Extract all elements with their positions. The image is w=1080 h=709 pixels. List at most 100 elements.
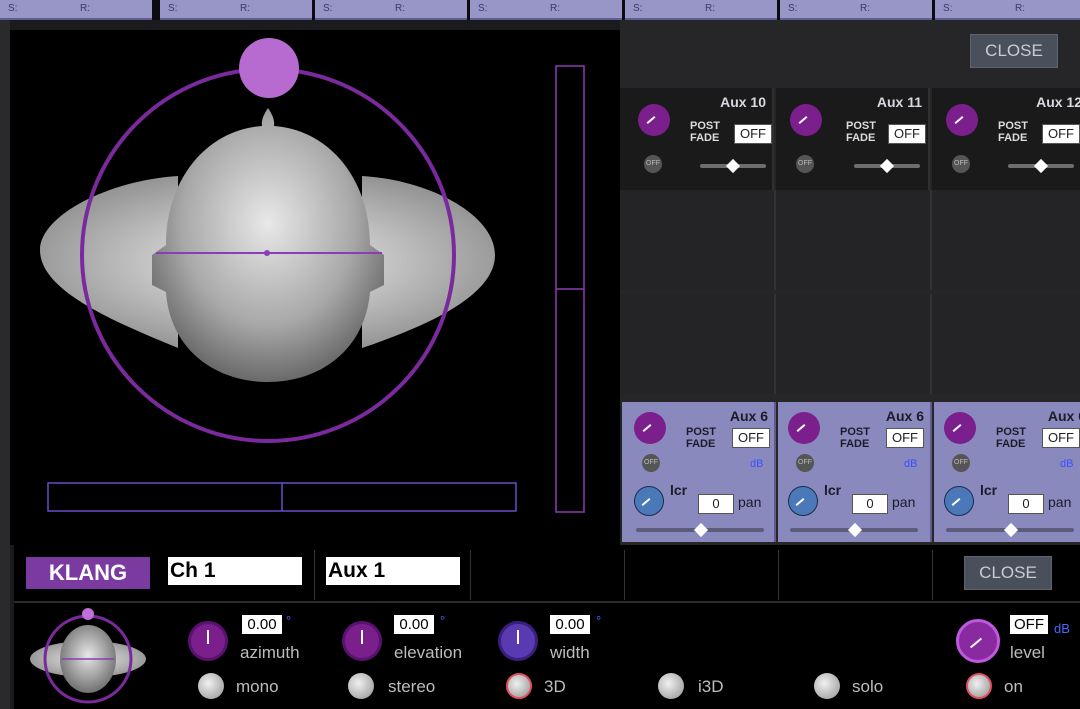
post-fade-label: POST FADE xyxy=(846,120,876,144)
stereo-label: stereo xyxy=(388,677,436,696)
mini-panner-icon[interactable] xyxy=(28,607,148,707)
slider-thumb[interactable] xyxy=(725,158,741,174)
aux-level-slider[interactable] xyxy=(700,158,766,174)
post-fade-value[interactable]: OFF xyxy=(886,428,924,448)
empty-strip-slot xyxy=(620,294,776,394)
top-cell[interactable]: S: R: xyxy=(160,0,312,20)
azimuth-value[interactable]: 0.00 xyxy=(242,615,282,634)
return-label: R: xyxy=(240,3,250,14)
level-knob[interactable] xyxy=(956,619,1000,663)
pan-slider[interactable] xyxy=(790,522,918,538)
empty-strip-slot xyxy=(620,190,776,290)
lcr-label: lcr xyxy=(670,482,688,498)
send-level-knob[interactable] xyxy=(638,104,670,136)
send-level-knob[interactable] xyxy=(946,104,978,136)
post-fade-label: POST FADE xyxy=(840,426,870,450)
elevation-value[interactable]: 0.00 xyxy=(394,615,434,634)
top-cell[interactable]: S: R: xyxy=(935,0,1080,20)
aux-on-button[interactable]: OFF xyxy=(644,155,662,173)
send-label: S: xyxy=(323,3,333,14)
pan-knob[interactable] xyxy=(634,486,664,516)
left-edge xyxy=(0,20,10,709)
send-label: S: xyxy=(633,3,643,14)
aux-on-button[interactable]: OFF xyxy=(952,454,970,472)
width-label: width xyxy=(550,643,590,662)
spatial-panner-view[interactable] xyxy=(10,30,620,545)
return-label: R: xyxy=(705,3,715,14)
top-cell[interactable]: S: R: xyxy=(315,0,467,20)
pan-value[interactable]: 0 xyxy=(852,494,888,514)
pan-knob[interactable] xyxy=(944,486,974,516)
db-unit: dB xyxy=(904,458,918,470)
aux-strip: Aux 6 POSTFADE OFF OFF dB lcr 0 pan xyxy=(934,402,1080,542)
elevation-knob[interactable] xyxy=(342,621,382,661)
azimuth-label: azimuth xyxy=(240,643,300,662)
aux-name: Aux 10 xyxy=(720,94,766,110)
send-label: S: xyxy=(478,3,488,14)
aux-strip: Aux 12 POST FADE OFF OFF xyxy=(932,88,1080,203)
aux-level-slider[interactable] xyxy=(854,158,920,174)
empty-strip-slot xyxy=(776,190,932,290)
on-label: on xyxy=(1004,677,1023,696)
3d-label: 3D xyxy=(544,677,566,696)
send-level-knob[interactable] xyxy=(788,412,820,444)
width-value[interactable]: 0.00 xyxy=(550,615,590,634)
aux-panel: CLOSE Aux 10 POST FADE OFF OFF Aux 11 POS… xyxy=(620,20,1080,545)
aux-name: Aux 11 xyxy=(876,94,922,110)
azimuth-knob[interactable] xyxy=(188,621,228,661)
solo-radio[interactable] xyxy=(814,673,840,699)
mono-radio[interactable] xyxy=(198,673,224,699)
send-label: S: xyxy=(943,3,953,14)
aux-on-button[interactable]: OFF xyxy=(952,155,970,173)
post-fade-value[interactable]: OFF xyxy=(734,124,772,144)
slider-thumb[interactable] xyxy=(1033,158,1049,174)
i3d-radio[interactable] xyxy=(658,673,684,699)
post-fade-value[interactable]: OFF xyxy=(1042,124,1080,144)
pan-value[interactable]: 0 xyxy=(1008,494,1044,514)
pan-label: pan xyxy=(738,494,762,510)
pan-value[interactable]: 0 xyxy=(698,494,734,514)
level-value[interactable]: OFF xyxy=(1010,615,1048,634)
send-label: S: xyxy=(168,3,178,14)
aux-on-button[interactable]: OFF xyxy=(642,454,660,472)
level-label: level xyxy=(1010,643,1045,662)
width-knob[interactable] xyxy=(498,621,538,661)
slider-thumb[interactable] xyxy=(1003,522,1019,538)
slider-thumb[interactable] xyxy=(693,522,709,538)
aux-strip: Aux 6 POSTFADE OFF OFF dB lcr 0 pan xyxy=(622,402,776,542)
send-level-knob[interactable] xyxy=(944,412,976,444)
stereo-radio[interactable] xyxy=(348,673,374,699)
3d-radio[interactable] xyxy=(506,673,532,699)
aux-level-slider[interactable] xyxy=(1008,158,1074,174)
send-level-knob[interactable] xyxy=(790,104,822,136)
klang-logo: KLANG xyxy=(26,557,150,589)
post-fade-value[interactable]: OFF xyxy=(888,124,926,144)
channel-name-field[interactable]: Ch 1 xyxy=(168,557,302,585)
aux-strip: Aux 10 POST FADE OFF OFF xyxy=(620,88,774,203)
post-fade-value[interactable]: OFF xyxy=(732,428,770,448)
top-cell[interactable]: S: R: xyxy=(0,0,152,20)
aux-close-button[interactable]: CLOSE xyxy=(970,34,1058,68)
top-cell[interactable]: S: R: xyxy=(470,0,622,20)
post-fade-label: POST FADE xyxy=(690,120,720,144)
aux-on-button[interactable]: OFF xyxy=(796,454,814,472)
azimuth-unit: ° xyxy=(286,613,292,628)
top-cell[interactable]: S: R: xyxy=(625,0,777,20)
aux-on-button[interactable]: OFF xyxy=(796,155,814,173)
slider-thumb[interactable] xyxy=(847,522,863,538)
elevation-unit: ° xyxy=(440,613,446,628)
width-unit: ° xyxy=(596,613,602,628)
pan-knob[interactable] xyxy=(788,486,818,516)
top-cell[interactable]: S: R: xyxy=(780,0,932,20)
on-radio[interactable] xyxy=(966,673,992,699)
db-unit: dB xyxy=(1060,458,1074,470)
send-level-knob[interactable] xyxy=(634,412,666,444)
pan-slider[interactable] xyxy=(636,522,764,538)
aux-strip: Aux 6 POSTFADE OFF OFF dB lcr 0 pan xyxy=(778,402,932,542)
pan-slider[interactable] xyxy=(946,522,1074,538)
slider-thumb[interactable] xyxy=(879,158,895,174)
bus-name-field[interactable]: Aux 1 xyxy=(326,557,460,585)
post-fade-value[interactable]: OFF xyxy=(1042,428,1080,448)
return-label: R: xyxy=(80,3,90,14)
bottom-close-button[interactable]: CLOSE xyxy=(964,556,1052,590)
